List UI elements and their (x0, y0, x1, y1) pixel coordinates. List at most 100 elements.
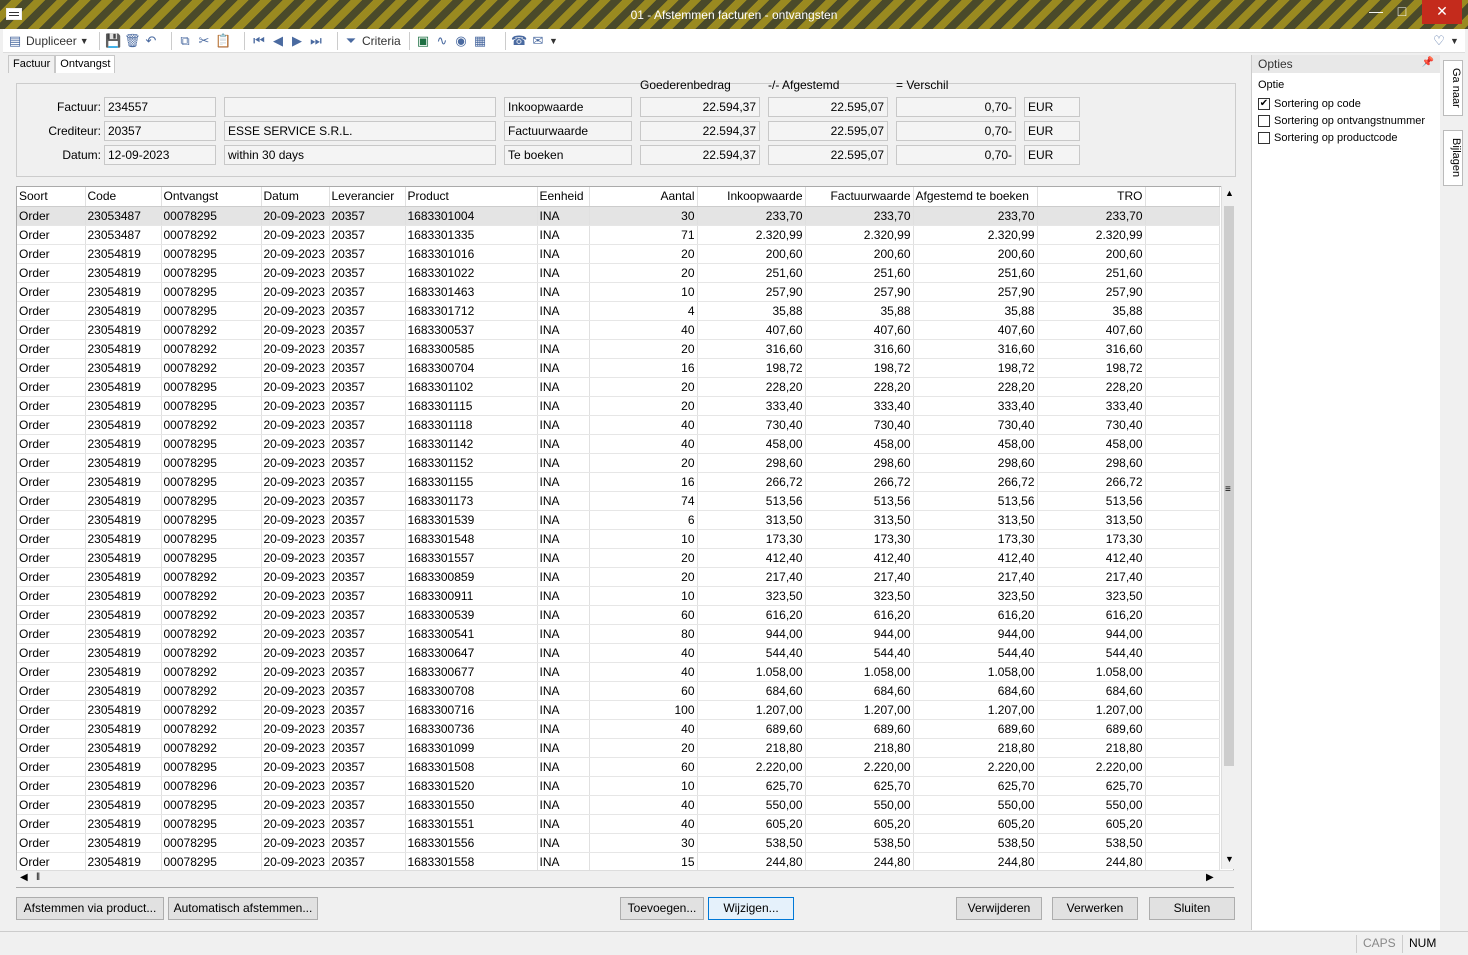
table-row[interactable]: Order 23054819 00078292 20-09-2023 20357 1683… (17, 719, 1220, 739)
duplicate-button[interactable]: ▤ Dupliceer ▼ (7, 32, 89, 50)
column-header[interactable]: Product (405, 187, 538, 207)
binoculars-icon[interactable]: ◉ (453, 33, 469, 49)
tab-factuur[interactable]: Factuur (8, 55, 56, 73)
scroll-left-icon[interactable]: ◀ (20, 872, 28, 883)
chevron-down-icon[interactable]: ▼ (1450, 36, 1459, 46)
copy-icon[interactable]: ⧉ (177, 33, 193, 49)
delete-icon[interactable]: 🗑 (124, 33, 141, 49)
close-button[interactable]: ✕ (1422, 0, 1462, 24)
table-row[interactable]: Order 23054819 00078292 20-09-2023 20357 1683… (17, 586, 1220, 606)
factuur-field[interactable]: 234557 (104, 97, 216, 117)
table-row[interactable]: Order 23054819 00078292 20-09-2023 20357 1683… (17, 415, 1220, 435)
option-item[interactable]: ✔ Sortering op code (1252, 95, 1440, 112)
checkbox[interactable] (1258, 114, 1270, 127)
sluiten-button[interactable]: Sluiten (1149, 897, 1235, 920)
table-row[interactable]: Order 23054819 00078292 20-09-2023 20357 1683… (17, 624, 1220, 644)
next-record-icon[interactable]: ▶ (289, 33, 305, 49)
table-row[interactable]: Order 23054819 00078295 20-09-2023 20357 1683… (17, 377, 1220, 397)
table-row[interactable]: Order 23054819 00078295 20-09-2023 20357 1683… (17, 434, 1220, 454)
table-row[interactable]: Order 23054819 00078295 20-09-2023 20357 1683… (17, 529, 1220, 549)
column-header[interactable]: TRO (1037, 187, 1146, 207)
chevron-down-icon[interactable]: ▼ (549, 36, 558, 46)
table-row[interactable]: Order 23054819 00078295 20-09-2023 20357 1683… (17, 453, 1220, 473)
datum-field[interactable]: 12-09-2023 (104, 145, 216, 165)
scroll-up-icon[interactable]: ▲ (1225, 188, 1234, 198)
last-record-icon[interactable]: ⏭ (308, 33, 324, 49)
column-header[interactable]: Ontvangst (161, 187, 262, 207)
pin-icon[interactable]: 📌 (1422, 57, 1434, 68)
table-row[interactable]: Order 23054819 00078292 20-09-2023 20357 1683… (17, 643, 1220, 663)
first-record-icon[interactable]: ⏮ (251, 33, 267, 49)
phone-icon[interactable]: ☎ (511, 33, 527, 49)
minimize-button[interactable]: — (1362, 0, 1390, 24)
chart-icon[interactable]: ∿ (434, 33, 450, 49)
scroll-right-icon[interactable]: ▶ (1206, 872, 1214, 883)
excel-icon[interactable]: ▣ (415, 33, 431, 49)
factuur-description-field[interactable] (224, 97, 496, 117)
undo-icon[interactable]: ↶ (143, 33, 159, 49)
mail-icon[interactable]: ✉ (530, 33, 546, 49)
column-header[interactable]: Eenheid (537, 187, 590, 207)
favorite-icon[interactable]: ♡ (1431, 33, 1447, 49)
verwerken-button[interactable]: Verwerken (1052, 897, 1138, 920)
column-header[interactable]: Aantal (589, 187, 698, 207)
scroll-down-icon[interactable]: ▼ (1225, 854, 1234, 864)
table-row[interactable]: Order 23054819 00078292 20-09-2023 20357 1683… (17, 605, 1220, 625)
table-row[interactable]: Order 23054819 00078292 20-09-2023 20357 1683… (17, 567, 1220, 587)
wijzigen-button[interactable]: Wijzigen... (708, 897, 794, 920)
toevoegen-button[interactable]: Toevoegen... (620, 897, 704, 920)
table-row[interactable]: Order 23054819 00078292 20-09-2023 20357 1683… (17, 320, 1220, 340)
criteria-button[interactable]: ⏷ Criteria (343, 32, 401, 50)
checkbox[interactable] (1258, 131, 1270, 144)
previous-record-icon[interactable]: ◀ (270, 33, 286, 49)
crediteur-name-field[interactable]: ESSE SERVICE S.R.L. (224, 121, 496, 141)
column-header[interactable]: Code (85, 187, 162, 207)
table-row[interactable]: Order 23054819 00078295 20-09-2023 20357 1683… (17, 472, 1220, 492)
table-row[interactable]: Order 23054819 00078295 20-09-2023 20357 1683… (17, 510, 1220, 530)
option-item[interactable]: Sortering op ontvangstnummer (1252, 112, 1440, 129)
table-row[interactable]: Order 23054819 00078295 20-09-2023 20357 1683… (17, 301, 1220, 321)
column-header[interactable]: Inkoopwaarde (697, 187, 806, 207)
tab-ontvangst[interactable]: Ontvangst (55, 55, 116, 73)
vertical-scrollbar[interactable]: ▲ ≡ ▼ (1221, 186, 1236, 869)
table-row[interactable]: Order 23053487 00078292 20-09-2023 20357 1683… (17, 225, 1220, 245)
table-row[interactable]: Order 23054819 00078295 20-09-2023 20357 1683… (17, 852, 1220, 872)
table-row[interactable]: Order 23054819 00078292 20-09-2023 20357 1683… (17, 738, 1220, 758)
automatisch-afstemmen-button[interactable]: Automatisch afstemmen... (168, 897, 318, 920)
table-row[interactable]: Order 23054819 00078295 20-09-2023 20357 1683… (17, 263, 1220, 283)
table-row[interactable]: Order 23054819 00078292 20-09-2023 20357 1683… (17, 662, 1220, 682)
table-row[interactable]: Order 23054819 00078292 20-09-2023 20357 1683… (17, 358, 1220, 378)
table-row[interactable]: Order 23054819 00078295 20-09-2023 20357 1683… (17, 795, 1220, 815)
horizontal-scrollbar[interactable]: ◀ ‖ ▶ (16, 870, 1234, 887)
side-tab-ga-naar[interactable]: Ga naar (1443, 60, 1463, 116)
column-header[interactable]: Afgestemd te boeken (913, 187, 1038, 207)
table-icon[interactable]: ▦ (472, 33, 488, 49)
table-row[interactable]: Order 23054819 00078295 20-09-2023 20357 1683… (17, 491, 1220, 511)
terms-field[interactable]: within 30 days (224, 145, 496, 165)
paste-icon[interactable]: 📋 (215, 33, 231, 49)
cut-icon[interactable]: ✂ (196, 33, 212, 49)
verwijderen-button[interactable]: Verwijderen (956, 897, 1042, 920)
maximize-button[interactable]: □ (1388, 0, 1416, 24)
table-row[interactable]: Order 23054819 00078295 20-09-2023 20357 1683… (17, 548, 1220, 568)
table-row[interactable]: Order 23054819 00078295 20-09-2023 20357 1683… (17, 833, 1220, 853)
crediteur-field[interactable]: 20357 (104, 121, 216, 141)
checkbox[interactable]: ✔ (1258, 97, 1270, 110)
table-row[interactable]: Order 23053487 00078295 20-09-2023 20357 1683… (17, 206, 1220, 226)
column-header[interactable]: Leverancier (329, 187, 406, 207)
table-row[interactable]: Order 23054819 00078295 20-09-2023 20357 1683… (17, 282, 1220, 302)
table-row[interactable]: Order 23054819 00078292 20-09-2023 20357 1683… (17, 681, 1220, 701)
option-item[interactable]: Sortering op productcode (1252, 129, 1440, 146)
table-row[interactable]: Order 23054819 00078296 20-09-2023 20357 1683… (17, 776, 1220, 796)
grip-icon[interactable]: ‖ (36, 872, 40, 883)
table-row[interactable]: Order 23054819 00078295 20-09-2023 20357 1683… (17, 814, 1220, 834)
column-header[interactable]: Soort (17, 187, 86, 207)
afstemmen-via-product-button[interactable]: Afstemmen via product... (16, 897, 164, 920)
save-icon[interactable]: 💾 (105, 33, 121, 49)
column-header[interactable]: Factuurwaarde (805, 187, 914, 207)
table-row[interactable]: Order 23054819 00078295 20-09-2023 20357 1683… (17, 396, 1220, 416)
table-row[interactable]: Order 23054819 00078292 20-09-2023 20357 1683… (17, 700, 1220, 720)
table-row[interactable]: Order 23054819 00078295 20-09-2023 20357 1683… (17, 757, 1220, 777)
table-row[interactable]: Order 23054819 00078295 20-09-2023 20357 1683… (17, 244, 1220, 264)
table-row[interactable]: Order 23054819 00078292 20-09-2023 20357 1683… (17, 339, 1220, 359)
